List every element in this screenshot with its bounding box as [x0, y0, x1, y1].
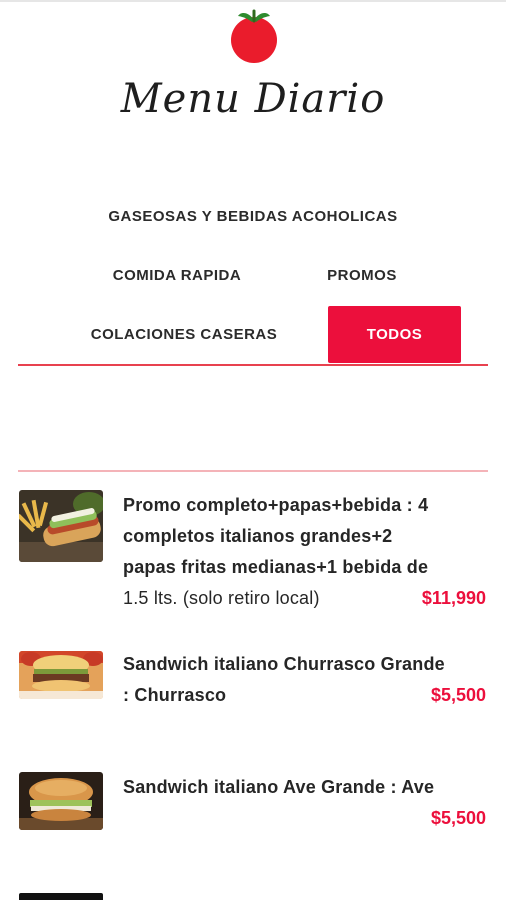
product-description-line: Promo completo+papas+bebida : 4 — [123, 495, 429, 515]
product-item[interactable]: Sandwich italiano Ave Grande : Ave $5,50… — [0, 770, 506, 840]
tab-colaciones-caseras[interactable]: COLACIONES CASERAS — [66, 314, 302, 356]
product-image[interactable] — [19, 772, 103, 830]
list-divider — [18, 470, 488, 472]
product-image[interactable] — [19, 490, 103, 562]
product-item[interactable]: Sandwich italiano Churrasco Grande : Chu… — [0, 648, 506, 718]
tab-comida-rapida[interactable]: COMIDA RAPIDA — [96, 255, 258, 297]
product-description-line: completos italianos grandes+2 — [123, 526, 393, 546]
brand-title: Menu Diario — [120, 76, 386, 122]
tomato-icon — [231, 9, 277, 63]
tab-gaseosas-y-bebidas[interactable]: GASEOSAS Y BEBIDAS ACOHOLICAS — [80, 196, 426, 238]
tabs-divider — [18, 364, 488, 366]
product-description-line: : Churrasco — [123, 685, 227, 705]
product-description-line: Sandwich italiano Ave Grande : Ave — [123, 777, 435, 797]
tab-todos[interactable]: TODOS — [328, 306, 461, 363]
product-price: $5,500 — [430, 685, 486, 705]
product-description: Sandwich italiano Ave Grande : Ave — [123, 772, 479, 803]
product-price: $11,990 — [421, 588, 486, 608]
product-image[interactable] — [19, 651, 103, 699]
logo-header: Menu Diario — [0, 0, 506, 140]
product-description-line: papas fritas medianas+1 bebida de — [123, 557, 429, 577]
product-description-line: Sandwich italiano Churrasco Grande — [123, 654, 445, 674]
product-price: $5,500 — [430, 808, 486, 828]
product-item[interactable]: Promo completo+papas+bebida : 4 completo… — [0, 490, 506, 620]
product-description: Sandwich italiano Churrasco Grande : Chu… — [123, 649, 479, 711]
tab-promos[interactable]: PROMOS — [305, 255, 419, 297]
next-product-image-edge — [19, 893, 103, 900]
